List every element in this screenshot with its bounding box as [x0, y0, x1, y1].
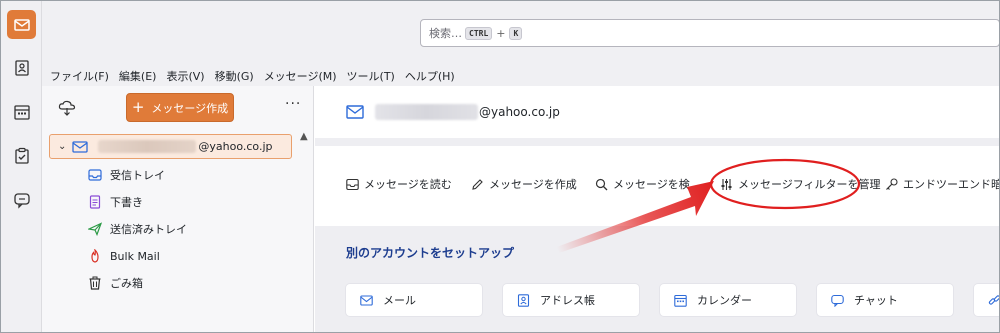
action-label: エンドツーエンド暗号化	[903, 178, 999, 191]
redacted-account-name	[375, 104, 478, 120]
setup-chat-card[interactable]: チャット	[817, 284, 953, 316]
address-book-icon	[14, 59, 29, 76]
menu-go[interactable]: 移動(G)	[215, 68, 254, 84]
calendar-icon	[13, 104, 30, 120]
folder-pane: + メッセージ作成 ··· ▲ ⌄ @yahoo.co.jp 受信トレイ 下書き…	[42, 86, 314, 332]
menu-help[interactable]: ヘルプ(H)	[405, 68, 455, 84]
account-mail-icon	[72, 140, 89, 153]
search-icon	[595, 178, 608, 190]
global-search-input[interactable]: 検索… CTRL + K	[420, 19, 999, 47]
menu-edit[interactable]: 編集(E)	[119, 68, 157, 84]
app-window: 検索… CTRL + K ファイル(F) 編集(E) 表示(V) 移動(G) メ…	[0, 0, 1000, 333]
link-icon	[988, 294, 999, 305]
plus-icon: +	[131, 98, 145, 116]
write-message-label: メッセージ作成	[151, 101, 229, 115]
folder-label: 受信トレイ	[110, 169, 165, 182]
filter-sliders-icon	[721, 178, 732, 190]
account-domain: @yahoo.co.jp	[198, 140, 273, 153]
action-label: メッセージを読む	[364, 178, 452, 191]
drafts-icon	[89, 195, 101, 209]
chevron-down-icon[interactable]: ⌄	[58, 141, 66, 152]
junk-icon	[91, 249, 99, 263]
account-hub: @yahoo.co.jp メッセージを読む メッセージを作成 メッセージを検 メ…	[315, 86, 999, 332]
card-label: チャット	[854, 294, 898, 307]
folder-label: Bulk Mail	[110, 249, 160, 263]
mail-icon	[13, 18, 30, 31]
end-to-end-encryption-button[interactable]: エンドツーエンド暗号化	[885, 176, 999, 192]
key-icon	[886, 177, 898, 190]
get-messages-icon[interactable]	[58, 100, 76, 116]
search-placeholder: 検索…	[429, 27, 462, 40]
read-messages-icon	[346, 178, 359, 190]
menu-tools[interactable]: ツール(T)	[347, 68, 395, 84]
menu-view[interactable]: 表示(V)	[166, 68, 204, 84]
top-bar: 検索… CTRL + K	[42, 1, 999, 65]
action-label: メッセージを作成	[489, 178, 577, 191]
sent-icon	[88, 222, 102, 236]
folder-trash[interactable]: ごみ箱	[88, 272, 143, 294]
folder-sent[interactable]: 送信済みトレイ	[88, 218, 187, 240]
folder-drafts[interactable]: 下書き	[88, 191, 143, 213]
calendar-space-button[interactable]	[7, 97, 36, 126]
mail-icon	[360, 294, 373, 306]
menu-file[interactable]: ファイル(F)	[50, 68, 109, 84]
card-label: メール	[383, 294, 416, 307]
account-folder-row[interactable]: ⌄ @yahoo.co.jp	[49, 134, 292, 159]
action-label: メッセージを検	[613, 178, 690, 191]
mail-space-button[interactable]	[7, 10, 36, 39]
folder-label: 下書き	[110, 196, 143, 209]
shortcut-key-ctrl: CTRL	[465, 26, 493, 40]
menu-bar: ファイル(F) 編集(E) 表示(V) 移動(G) メッセージ(M) ツール(T…	[42, 65, 999, 86]
address-book-icon	[517, 293, 530, 307]
setup-email-card[interactable]: メール	[346, 284, 482, 316]
manage-message-filters-button[interactable]: メッセージフィルターを管理	[720, 176, 881, 192]
folder-pane-menu-button[interactable]: ···	[285, 96, 301, 112]
setup-more-card[interactable]	[974, 284, 999, 316]
folder-inbox[interactable]: 受信トレイ	[88, 164, 165, 186]
account-actions: メッセージを読む メッセージを作成 メッセージを検 メッセージフィルターを管理 …	[315, 146, 999, 226]
setup-address-book-card[interactable]: アドレス帳	[503, 284, 639, 316]
compose-message-button[interactable]: メッセージを作成	[471, 176, 577, 192]
redacted-account-name	[98, 140, 197, 153]
trash-icon	[89, 276, 101, 290]
write-message-button[interactable]: + メッセージ作成	[126, 93, 234, 122]
setup-calendar-card[interactable]: カレンダー	[660, 284, 796, 316]
shortcut-key-k: K	[509, 26, 523, 40]
shortcut-plus: +	[496, 26, 506, 40]
account-domain: @yahoo.co.jp	[479, 105, 560, 119]
calendar-icon	[674, 294, 687, 307]
tasks-space-button[interactable]	[7, 141, 36, 170]
folder-label: 送信済みトレイ	[110, 223, 187, 236]
folder-bulk-mail[interactable]: Bulk Mail	[88, 245, 160, 267]
scroll-up-arrow-icon[interactable]: ▲	[300, 131, 308, 142]
account-mail-icon	[346, 105, 364, 119]
chat-icon	[831, 294, 844, 307]
chat-icon	[13, 192, 30, 209]
action-label: メッセージフィルターを管理	[738, 178, 881, 191]
tasks-icon	[14, 147, 29, 164]
folder-label: ごみ箱	[110, 277, 143, 290]
spaces-toolbar	[1, 1, 42, 332]
card-label: カレンダー	[697, 294, 752, 307]
pencil-icon	[472, 178, 483, 190]
card-label: アドレス帳	[540, 294, 595, 307]
read-messages-button[interactable]: メッセージを読む	[346, 176, 452, 192]
address-book-space-button[interactable]	[7, 53, 36, 82]
menu-message[interactable]: メッセージ(M)	[264, 68, 337, 84]
inbox-icon	[88, 169, 102, 181]
search-messages-button[interactable]: メッセージを検	[595, 176, 690, 192]
chat-space-button[interactable]	[7, 185, 36, 214]
setup-account-heading: 別のアカウントをセットアップ	[346, 246, 515, 260]
account-hub-header: @yahoo.co.jp	[315, 86, 999, 138]
